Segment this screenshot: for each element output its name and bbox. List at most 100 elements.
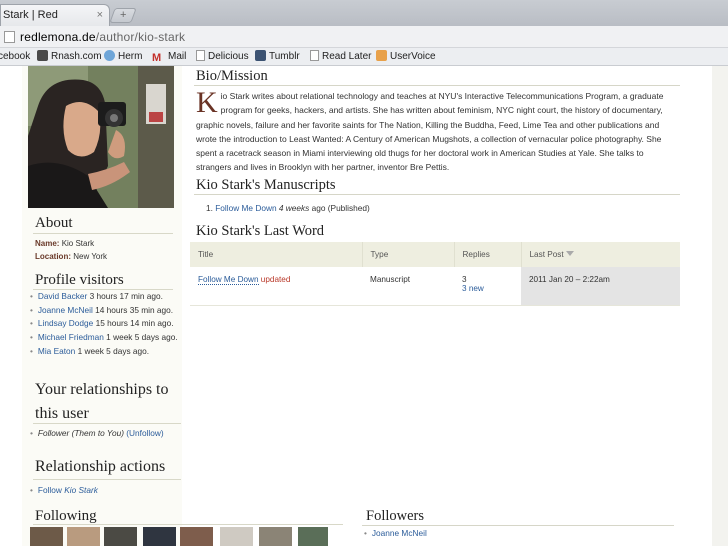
replies-count: 3 [462,275,467,284]
visitor-link[interactable]: Mia Eaton [38,346,75,356]
relationships-heading: Your relationships to this user [35,378,169,426]
bio-body: io Stark writes about relational technol… [196,91,664,173]
divider [33,524,343,525]
divider [194,85,680,86]
following-heading: Following [35,508,97,524]
bookmark-facebook[interactable]: cebook [0,48,30,66]
manuscripts-heading: Kio Stark's Manuscripts [196,177,336,193]
divider [33,233,173,234]
visitor-time: 14 hours 35 min ago. [95,304,174,315]
unfollow-link[interactable]: (Unfollow) [126,428,163,438]
url-host: redlemona.de [20,30,96,44]
bookmark-mail[interactable]: M Mail [152,48,186,66]
manuscript-list-item: 1. Follow Me Down 4 weeks ago (Published… [206,203,370,213]
follow-name: Kio Stark [64,485,98,495]
divider [33,423,181,424]
new-tab-button[interactable]: + [109,8,137,23]
column-header-last-post[interactable]: Last Post [521,242,680,267]
avatar[interactable] [180,527,213,546]
cell-last-post: 2011 Jan 20 – 2:22am [521,267,680,306]
name-value: Kio Stark [61,239,95,248]
rnash-icon [37,50,48,61]
follower-link[interactable]: Joanne McNeil [372,528,427,538]
column-header-title[interactable]: Title [190,242,363,267]
sort-arrow-icon [565,251,574,256]
list-item: Mia Eaton 1 week 5 days ago. [30,345,178,359]
list-item: Joanne McNeil [364,527,427,540]
page-icon [310,50,319,61]
bio-dropcap: K [196,86,218,119]
bookmark-tumblr[interactable]: Tumblr [255,48,300,66]
bookmark-label: cebook [0,51,31,62]
avatar[interactable] [220,527,253,546]
list-item: Follower (Them to You) (Unfollow) [30,427,164,441]
tab-bar: Stark | Red lemonade × + [0,0,728,42]
url-path: /author/kio-stark [95,30,186,44]
bookmarks-bar: cebook Rnash.com Herm M Mail Delicious Tu… [0,48,728,66]
location-label: Location: [35,252,71,261]
profile-visitors-heading: Profile visitors [35,272,124,288]
column-header-replies[interactable]: Replies [454,242,522,267]
column-header-last-post-label: Last Post [529,250,564,259]
followers-list: Joanne McNeil [364,527,427,540]
manuscript-number: 1. [206,203,213,213]
relationship-actions-heading: Relationship actions [35,458,166,475]
page-content: About Name: Kio Stark Location: New York… [0,66,728,546]
followers-heading: Followers [366,508,424,524]
thread-link[interactable]: Follow Me Down [198,275,259,285]
bookmark-label: UserVoice [390,51,436,62]
avatar[interactable] [298,527,328,546]
bookmark-label: Herm [118,51,143,62]
bookmark-rnash[interactable]: Rnash.com [37,48,102,66]
avatar[interactable] [67,527,100,546]
name-field: Name: Kio Stark [35,239,94,248]
location-value: New York [73,252,108,261]
bookmark-label: Mail [168,51,187,62]
cell-type: Manuscript [362,267,454,306]
about-heading: About [35,215,73,231]
table-header-row: Title Type Replies Last Post [190,242,680,267]
table-row: Follow Me Down updated Manuscript 33 new… [190,267,680,306]
list-item: Michael Friedman 1 week 5 days ago. [30,331,178,345]
manuscript-link[interactable]: Follow Me Down [215,203,276,213]
page-gutter [712,66,728,546]
close-tab-icon[interactable]: × [97,5,103,26]
address-bar[interactable]: redlemona.de/author/kio-stark [0,26,728,48]
avatar[interactable] [104,527,137,546]
last-word-heading: Kio Stark's Last Word [196,223,325,239]
cell-replies: 33 new [454,267,521,306]
follow-link[interactable]: Follow Kio Stark [38,485,98,495]
bookmark-label: Rnash.com [51,51,102,62]
column-header-type[interactable]: Type [362,242,455,267]
name-label: Name: [35,239,60,248]
relationships-heading-line-2: this user [35,405,89,422]
visitor-link[interactable]: David Backer [38,291,87,301]
url-text[interactable]: redlemona.de/author/kio-stark [20,26,185,48]
manuscript-age: 4 weeks [278,203,310,213]
plus-icon: + [119,9,127,21]
bio-text: Kio Stark writes about relational techno… [196,86,680,175]
new-replies-link[interactable]: 3 new [462,284,484,293]
profile-photo-image [28,66,174,208]
avatar[interactable] [259,527,292,546]
visitor-time: 1 week 5 days ago. [106,332,178,343]
bookmark-herm[interactable]: Herm [104,48,142,66]
avatar[interactable] [30,527,63,546]
bookmark-uservoice[interactable]: UserVoice [376,48,436,66]
visitor-link[interactable]: Joanne McNeil [38,305,93,315]
bookmark-read-later[interactable]: Read Later [310,48,371,66]
list-item: Follow Kio Stark [30,484,98,498]
visitor-link[interactable]: Michael Friedman [38,332,104,342]
bookmark-label: Tumblr [269,51,300,62]
page-icon [4,31,15,43]
bookmark-delicious[interactable]: Delicious [196,48,249,66]
bio-heading: Bio/Mission [196,68,268,84]
avatar[interactable] [143,527,176,546]
visitor-link[interactable]: Lindsay Dodge [38,318,93,328]
list-item: Lindsay Dodge 15 hours 14 min ago. [30,317,178,331]
tab-active[interactable]: Stark | Red lemonade × [0,4,110,42]
herm-icon [104,50,115,61]
page-icon [196,50,205,61]
list-item: Joanne McNeil 14 hours 35 min ago. [30,304,178,318]
updated-badge: updated [260,275,291,284]
